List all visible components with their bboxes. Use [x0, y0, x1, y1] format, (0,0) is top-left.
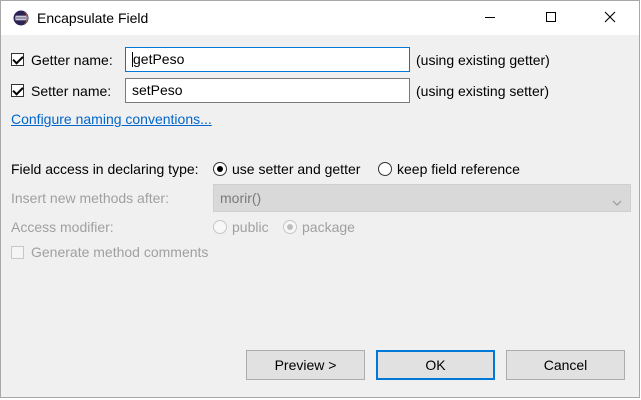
keep-field-reference-label: keep field reference	[397, 161, 520, 177]
package-label: package	[302, 219, 355, 235]
window-title: Encapsulate Field	[37, 10, 149, 26]
insert-after-combo[interactable]: morir()	[213, 184, 631, 212]
generate-comments-label: Generate method comments	[31, 244, 209, 260]
generate-comments-checkbox[interactable]	[11, 246, 24, 259]
access-modifier-label: Access modifier:	[11, 219, 114, 235]
eclipse-icon	[13, 10, 29, 26]
close-icon	[604, 10, 616, 26]
public-radio[interactable]	[213, 220, 227, 234]
setter-name-value: setPeso	[132, 82, 183, 98]
chevron-down-icon	[612, 194, 622, 210]
close-button[interactable]	[587, 1, 633, 35]
minimize-button[interactable]	[467, 1, 513, 35]
getter-label: Getter name:	[31, 52, 113, 68]
insert-after-value: morir()	[220, 190, 262, 206]
ok-button[interactable]: OK	[376, 350, 495, 380]
maximize-icon	[545, 10, 557, 26]
package-radio[interactable]	[283, 220, 297, 234]
use-setter-getter-label: use setter and getter	[232, 161, 361, 177]
getter-name-value: getPeso	[133, 51, 185, 67]
encapsulate-field-dialog: Encapsulate Field Getter name: getPeso (…	[0, 0, 640, 398]
preview-button[interactable]: Preview >	[246, 350, 365, 380]
minimize-icon	[484, 10, 496, 26]
setter-name-field[interactable]: setPeso	[125, 78, 410, 103]
keep-field-reference-radio[interactable]	[378, 162, 392, 176]
getter-note: (using existing getter)	[416, 52, 550, 68]
public-label: public	[232, 219, 269, 235]
setter-checkbox[interactable]	[11, 84, 24, 97]
field-access-label: Field access in declaring type:	[11, 161, 199, 177]
title-bar: Encapsulate Field	[1, 1, 639, 35]
getter-checkbox[interactable]	[11, 53, 24, 66]
getter-name-field[interactable]: getPeso	[125, 47, 410, 72]
setter-label: Setter name:	[31, 83, 112, 99]
cancel-button[interactable]: Cancel	[506, 350, 625, 380]
maximize-button[interactable]	[528, 1, 574, 35]
insert-after-label: Insert new methods after:	[11, 190, 169, 206]
use-setter-getter-radio[interactable]	[213, 162, 227, 176]
configure-naming-link[interactable]: Configure naming conventions...	[11, 111, 212, 127]
setter-note: (using existing setter)	[416, 83, 550, 99]
